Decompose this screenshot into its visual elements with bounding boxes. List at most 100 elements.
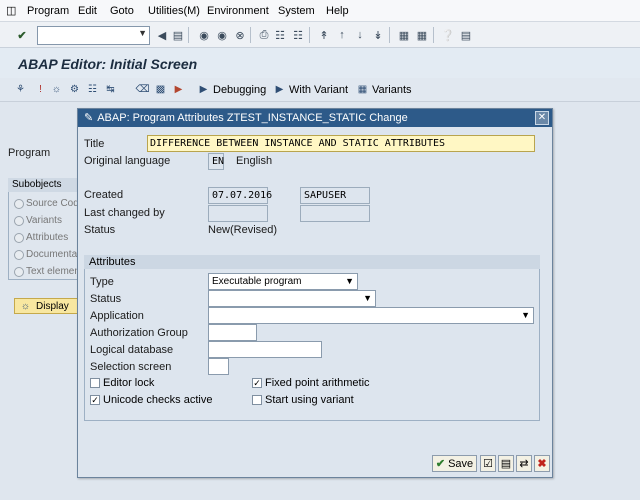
- page-title: ABAP Editor: Initial Screen: [18, 56, 198, 72]
- variant-execute-icon: ▶: [275, 84, 284, 95]
- chevron-down-icon[interactable]: ▼: [138, 28, 147, 38]
- save-icon[interactable]: ▤: [170, 27, 186, 43]
- status-value: New(Revised): [208, 224, 278, 236]
- unicode-checkbox[interactable]: ✓ Unicode checks active: [90, 394, 212, 406]
- help-icon[interactable]: ❔: [440, 27, 456, 43]
- display-button[interactable]: ☼ Display: [14, 298, 84, 314]
- previous-page-icon[interactable]: ↑: [334, 27, 350, 43]
- where-used-button[interactable]: ⚘: [14, 83, 27, 96]
- menu-goto[interactable]: Goto: [110, 5, 134, 17]
- delete-button[interactable]: ⌫: [135, 83, 150, 96]
- object-list-button[interactable]: ☷: [86, 83, 99, 96]
- save-button[interactable]: ✔ Save: [432, 455, 477, 472]
- status-select[interactable]: ▼: [208, 290, 376, 307]
- checkbox[interactable]: ✓: [90, 395, 100, 405]
- menu-system[interactable]: System: [278, 5, 315, 17]
- new-session-icon[interactable]: ▦: [396, 27, 412, 43]
- radio-button[interactable]: [14, 266, 24, 277]
- with-variant-button[interactable]: ▶ With Variant: [273, 83, 348, 96]
- radio-source-code[interactable]: Source Code: [14, 198, 84, 209]
- menu-environment[interactable]: Environment: [207, 5, 269, 17]
- selection-screen-input[interactable]: [208, 358, 229, 375]
- chevron-down-icon[interactable]: ▼: [345, 274, 354, 289]
- shortcut-icon[interactable]: ▦: [414, 27, 430, 43]
- attributes-title: Attributes: [84, 255, 540, 269]
- check-button[interactable]: ☑: [480, 455, 496, 472]
- next-page-icon[interactable]: ↓: [352, 27, 368, 43]
- last-changed-user-field: [300, 205, 370, 222]
- variants-label: Variants: [372, 83, 412, 96]
- print-icon[interactable]: ⎙: [256, 27, 272, 43]
- test-icon: ⚙: [70, 84, 79, 95]
- radio-variants[interactable]: Variants: [14, 215, 62, 226]
- copy-button[interactable]: ▩: [154, 83, 167, 96]
- first-page-icon[interactable]: ↟: [316, 27, 332, 43]
- find-next-icon[interactable]: ☷: [290, 27, 306, 43]
- radio-button[interactable]: [14, 232, 24, 243]
- find-icon[interactable]: ☷: [272, 27, 288, 43]
- checkmark-icon: ✔: [435, 458, 446, 470]
- enter-icon[interactable]: ✔: [14, 27, 30, 43]
- variants-button[interactable]: ▦ Variants: [356, 83, 412, 96]
- execute-button[interactable]: ▶: [172, 83, 185, 96]
- debug-icon: ▶: [199, 84, 208, 95]
- checkbox[interactable]: [252, 395, 262, 405]
- toolbar-separator: [309, 27, 310, 43]
- fixed-point-checkbox[interactable]: ✓ Fixed point arithmetic: [252, 377, 370, 389]
- auth-group-label: Authorization Group: [90, 327, 188, 339]
- logical-db-input[interactable]: [208, 341, 322, 358]
- activate-button[interactable]: ☼: [50, 83, 63, 96]
- activate-icon: ☼: [51, 84, 62, 95]
- debugging-button[interactable]: ▶ Debugging: [197, 83, 267, 96]
- selection-screen-label: Selection screen: [90, 361, 172, 373]
- menu-program[interactable]: Program: [27, 5, 69, 17]
- texts-button[interactable]: ▤: [498, 455, 514, 472]
- language-name: English: [236, 155, 273, 167]
- document-icon: ▤: [500, 458, 512, 470]
- layout-icon[interactable]: ▤: [458, 27, 474, 43]
- with-variant-label: With Variant: [289, 83, 349, 96]
- radio-button[interactable]: [14, 215, 24, 226]
- transfer-button[interactable]: ⇄: [516, 455, 532, 472]
- radio-attributes[interactable]: Attributes: [14, 232, 68, 243]
- close-icon[interactable]: ✕: [535, 111, 549, 125]
- radio-button[interactable]: [14, 249, 24, 260]
- created-user-field: SAPUSER: [300, 187, 370, 204]
- back-icon[interactable]: ◉: [196, 27, 212, 43]
- check-button[interactable]: !: [34, 83, 47, 96]
- back-arrow-icon[interactable]: ◀: [154, 27, 170, 43]
- editor-lock-checkbox[interactable]: Editor lock: [90, 377, 154, 389]
- application-select[interactable]: ▼: [208, 307, 534, 324]
- cancel-icon[interactable]: ⊗: [232, 27, 248, 43]
- title-input[interactable]: DIFFERENCE BETWEEN INSTANCE AND STATIC A…: [147, 135, 535, 152]
- variants-icon: ▦: [357, 84, 368, 95]
- program-attributes-dialog: ✎ ABAP: Program Attributes ZTEST_INSTANC…: [77, 108, 553, 478]
- type-select[interactable]: Executable program ▼: [208, 273, 358, 290]
- start-variant-checkbox[interactable]: Start using variant: [252, 394, 354, 406]
- status-label: Status: [84, 224, 116, 236]
- last-page-icon[interactable]: ↡: [370, 27, 386, 43]
- exit-icon[interactable]: ◉: [214, 27, 230, 43]
- last-changed-label: Last changed by: [84, 207, 165, 219]
- menu-edit[interactable]: Edit: [78, 5, 97, 17]
- toolbar-separator: [433, 27, 434, 43]
- trash-icon: ⌫: [135, 84, 150, 95]
- navigation-icon: ↹: [106, 84, 115, 95]
- chevron-down-icon[interactable]: ▼: [521, 308, 530, 323]
- checkbox[interactable]: [90, 378, 100, 388]
- auth-group-input[interactable]: [208, 324, 257, 341]
- transfer-icon: ⇄: [519, 458, 529, 470]
- menu-utilities[interactable]: Utilities(M): [148, 5, 200, 17]
- navigation-button[interactable]: ↹: [104, 83, 117, 96]
- exclamation-icon: !: [39, 84, 42, 95]
- checkbox[interactable]: ✓: [252, 378, 262, 388]
- menu-help[interactable]: Help: [326, 5, 349, 17]
- test-button[interactable]: ⚙: [68, 83, 81, 96]
- logical-db-label: Logical database: [90, 344, 174, 356]
- application-label: Application: [90, 310, 144, 322]
- cancel-button[interactable]: ✖: [534, 455, 550, 472]
- command-field[interactable]: ▼: [37, 26, 150, 45]
- chevron-down-icon[interactable]: ▼: [363, 291, 372, 306]
- radio-button[interactable]: [14, 198, 24, 209]
- window-menu-icon[interactable]: ◫: [6, 4, 16, 17]
